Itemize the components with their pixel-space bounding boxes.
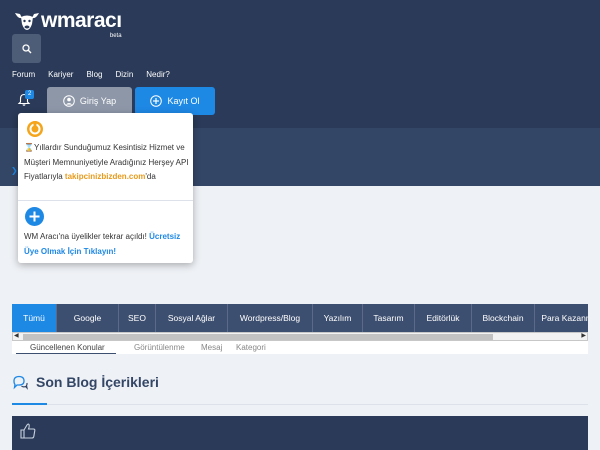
nav-blog[interactable]: Blog [86,70,102,79]
scrollbar-thumb[interactable] [23,334,493,340]
signup-text: WM Aracı'na üyelikler tekrar açıldı! Ücr… [24,230,189,259]
sort-active-underline [16,353,116,354]
blog-section-header: Son Blog İçerikleri [12,374,159,390]
user-circle-icon [63,95,75,107]
tab-blockchain[interactable]: Blockchain [472,304,535,332]
spiral-logo-icon [27,121,43,137]
notification-dropdown: ⌛Yıllardır Sunduğumuz Kesintisiz Hizmet … [18,113,193,263]
site-header: wmaracı beta Forum Kariyer Blog Dizin Ne… [0,0,600,128]
chevron-right-icon: ❯ [11,166,18,175]
tab-tasarim[interactable]: Tasarım [363,304,415,332]
blog-divider [47,404,588,405]
promo-text: ⌛Yıllardır Sunduğumuz Kesintisiz Hizmet … [24,141,189,185]
register-button[interactable]: Kayıt Ol [135,87,215,115]
login-button[interactable]: Giriş Yap [47,87,132,115]
logo-beta-badge: beta [109,33,122,39]
sort-messages[interactable]: Mesaj [201,343,222,352]
nav-kariyer[interactable]: Kariyer [48,70,73,79]
nav-nedir[interactable]: Nedir? [146,70,170,79]
scroll-left-icon[interactable]: ◀ [14,333,19,340]
signup-body: WM Aracı'na üyelikler tekrar açıldı! [24,232,150,241]
bull-logo-icon [15,13,39,30]
tab-yazilim[interactable]: Yazılım [313,304,363,332]
signup-notification[interactable]: WM Aracı'na üyelikler tekrar açıldı! Ücr… [18,202,193,262]
tab-google[interactable]: Google [57,304,119,332]
search-button[interactable] [12,34,41,63]
sort-views[interactable]: Görüntülenme [134,343,185,352]
site-logo[interactable]: wmaracı beta [14,9,122,39]
plus-circle-icon [25,207,44,226]
tab-editorluk[interactable]: Editörlük [415,304,472,332]
promo-suffix: 'da [145,172,156,181]
blog-card[interactable] [12,416,588,450]
tab-tumu[interactable]: Tümü [12,304,57,332]
tab-wordpress-blog[interactable]: Wordpress/Blog [228,304,313,332]
plus-circle-icon [150,95,163,107]
login-label: Giriş Yap [79,96,117,106]
thumbs-up-icon [20,423,36,439]
tab-seo[interactable]: SEO [119,304,156,332]
logo-text: wmaracı [41,9,122,32]
main-nav: Forum Kariyer Blog Dizin Nedir? [12,70,183,79]
promo-link[interactable]: takipcinizbizden.com [65,172,145,181]
notification-count-badge: 2 [25,90,35,99]
tab-para-kazanma[interactable]: Para Kazanma [535,304,588,332]
nav-forum[interactable]: Forum [12,70,35,79]
tab-sosyal-aglar[interactable]: Sosyal Ağlar [156,304,228,332]
nav-dizin[interactable]: Dizin [115,70,133,79]
sort-category[interactable]: Kategori [236,343,266,352]
scroll-right-icon[interactable]: ▶ [581,333,586,340]
search-icon [21,43,31,53]
sort-updated[interactable]: Güncellenen Konular [30,343,105,352]
blog-title-underline [12,403,47,405]
category-tabs: Tümü Google SEO Sosyal Ağlar Wordpress/B… [12,304,588,332]
promo-notification[interactable]: ⌛Yıllardır Sunduğumuz Kesintisiz Hizmet … [18,113,193,201]
blog-section-title: Son Blog İçerikleri [36,374,159,390]
tabs-scrollbar[interactable]: ◀ ▶ [12,332,588,341]
chat-bubbles-icon [13,375,28,390]
register-label: Kayıt Ol [167,96,200,106]
